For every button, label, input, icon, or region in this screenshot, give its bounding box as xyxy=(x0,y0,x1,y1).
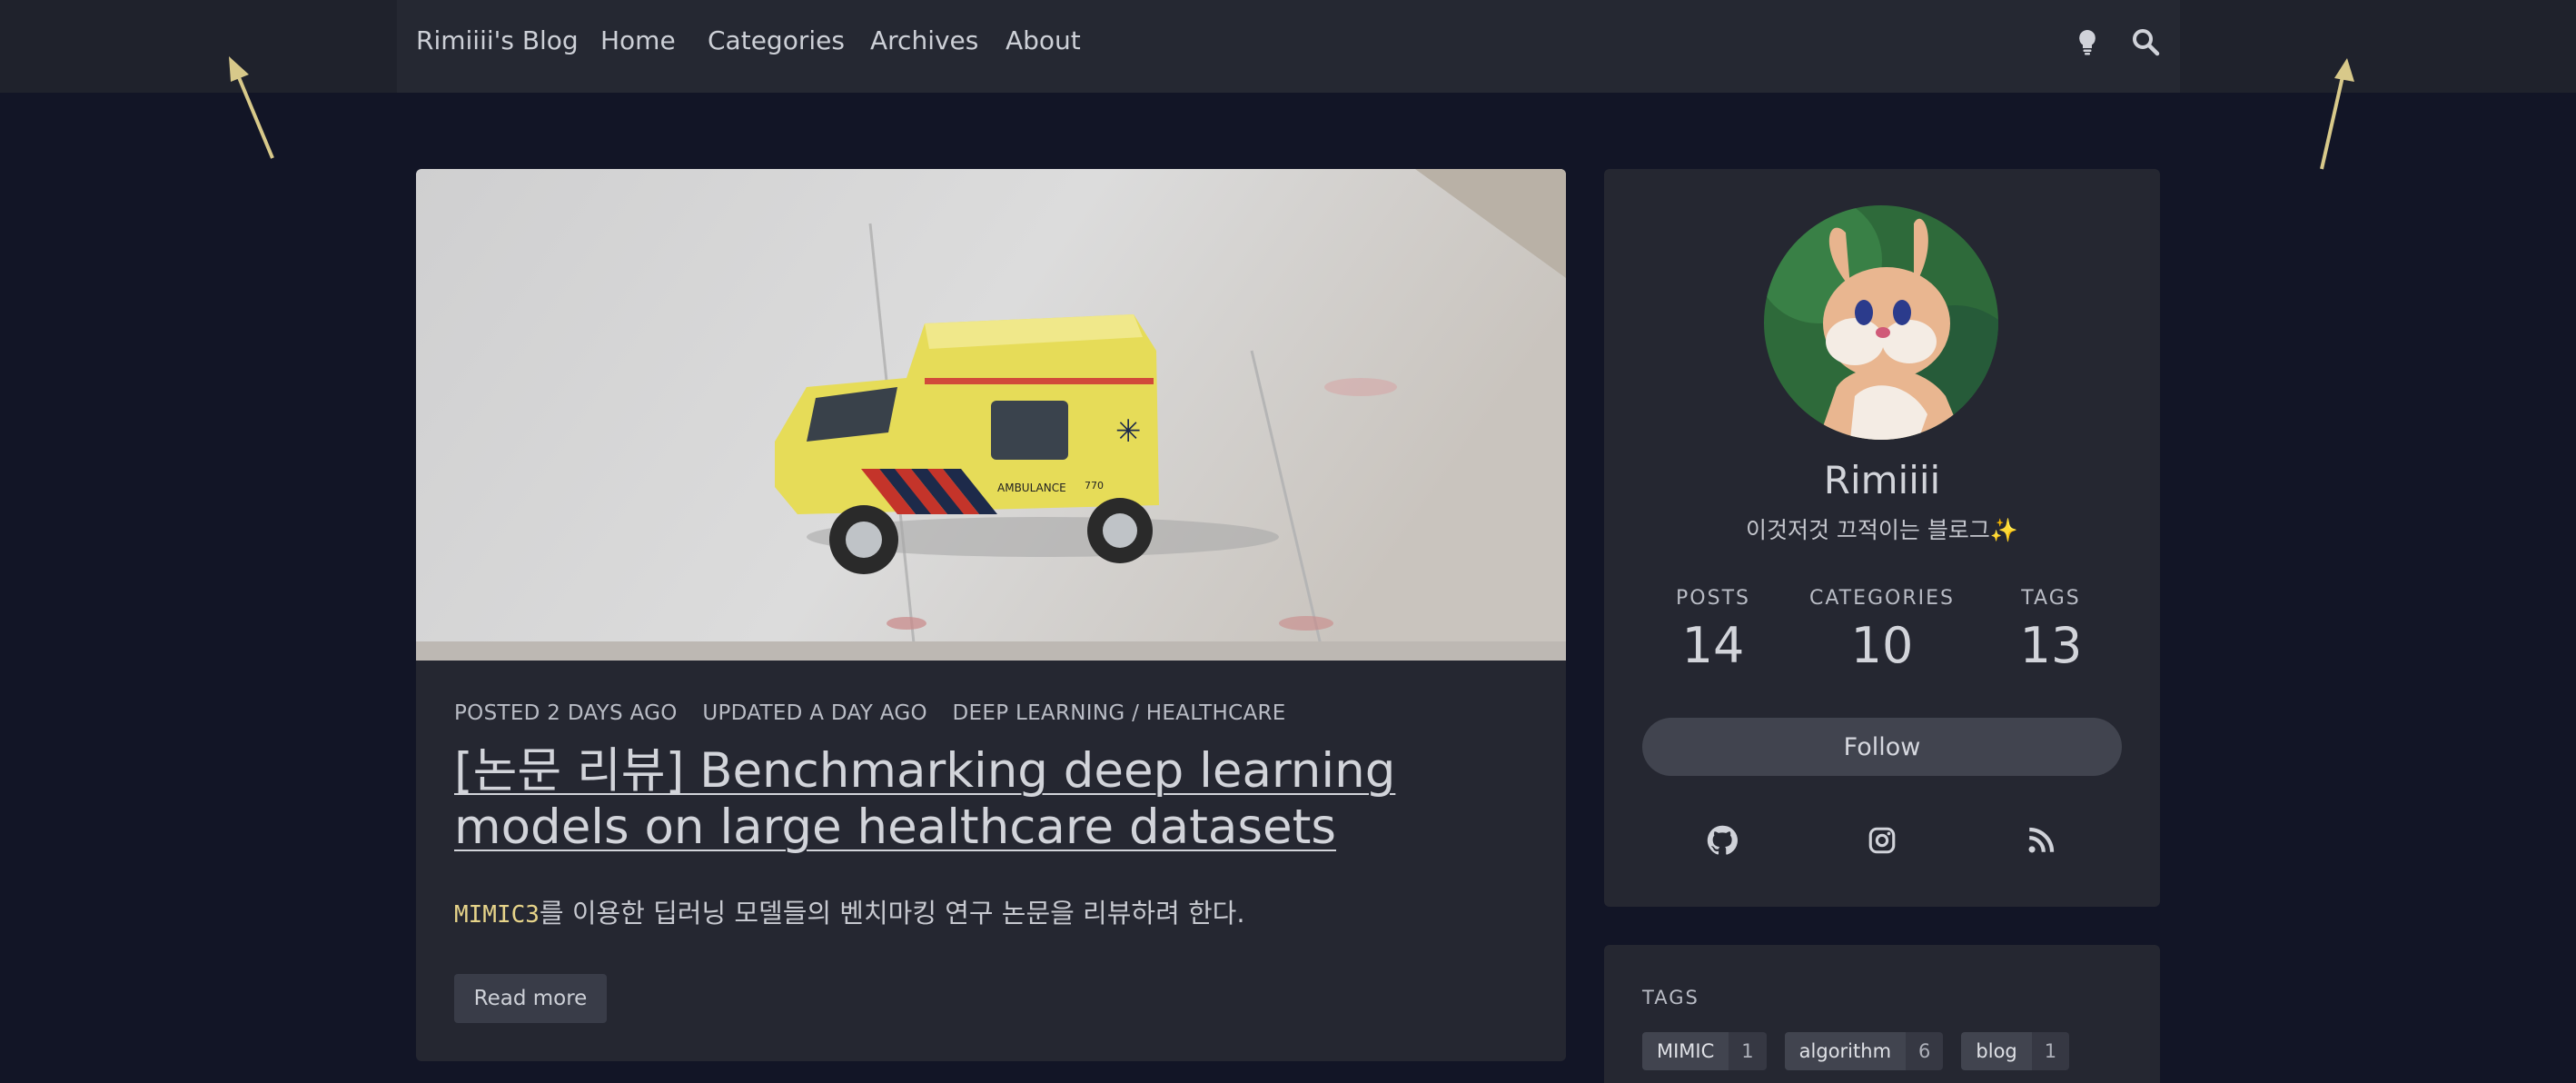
stat-categories[interactable]: CATEGORIES 10 xyxy=(1800,587,1964,674)
avatar[interactable] xyxy=(1764,205,1998,440)
instagram-icon[interactable] xyxy=(1867,825,1897,856)
tag-count: 1 xyxy=(1729,1032,1767,1070)
profile-card: Rimiiii 이것저것 끄적이는 블로그✨ POSTS 14 CATEGORI… xyxy=(1604,169,2160,907)
stat-tags-value: 13 xyxy=(2019,617,2083,674)
stat-posts-value: 14 xyxy=(1681,617,1745,674)
tag-count: 1 xyxy=(2031,1032,2070,1070)
nav-categories[interactable]: Categories xyxy=(708,25,845,55)
nav-home[interactable]: Home xyxy=(600,25,676,55)
stat-tags-label: TAGS xyxy=(2021,587,2081,610)
svg-text:✳: ✳ xyxy=(1115,413,1142,450)
post-posted: POSTED 2 DAYS AGO xyxy=(454,701,678,725)
tags-widget: TAGS MIMIC 1 algorithm 6 blog 1 xyxy=(1604,945,2160,1083)
stat-categories-value: 10 xyxy=(1850,617,1914,674)
tag-item[interactable]: MIMIC 1 xyxy=(1642,1032,1767,1070)
tag-name: MIMIC xyxy=(1642,1032,1729,1070)
post-title[interactable]: [논문 리뷰] Benchmarking deep learning model… xyxy=(454,743,1471,856)
svg-text:770: 770 xyxy=(1085,480,1104,492)
svg-text:AMBULANCE: AMBULANCE xyxy=(997,482,1066,494)
tag-name: algorithm xyxy=(1784,1032,1907,1070)
stat-categories-label: CATEGORIES xyxy=(1808,587,1956,610)
annotation-arrow-right xyxy=(2320,58,2354,170)
github-icon[interactable] xyxy=(1707,825,1738,856)
tag-item[interactable]: blog 1 xyxy=(1961,1032,2070,1070)
site-brand[interactable]: Rimiiii's Blog xyxy=(416,25,579,55)
rss-icon[interactable] xyxy=(2026,825,2056,856)
post-excerpt: MIMIC3를 이용한 딥러닝 모델들의 벤치마킹 연구 논문을 리뷰하려 한다… xyxy=(454,892,1245,930)
stat-tags[interactable]: TAGS 13 xyxy=(1969,587,2133,674)
excerpt-code: MIMIC3 xyxy=(454,901,540,929)
search-icon[interactable] xyxy=(2129,25,2162,58)
post-updated: UPDATED A DAY AGO xyxy=(702,701,927,725)
tag-item[interactable]: algorithm 6 xyxy=(1784,1032,1944,1070)
stat-posts-label: POSTS xyxy=(1676,587,1750,610)
annotation-arrow-left xyxy=(229,56,274,159)
profile-name: Rimiiii xyxy=(1823,458,1941,502)
nav-archives[interactable]: Archives xyxy=(870,25,978,55)
tag-list: MIMIC 1 algorithm 6 blog 1 xyxy=(1642,1032,2070,1070)
post-meta: POSTED 2 DAYS AGO UPDATED A DAY AGO DEEP… xyxy=(454,701,1304,725)
profile-bio: 이것저것 끄적이는 블로그✨ xyxy=(1745,517,2019,543)
nav-about[interactable]: About xyxy=(1006,25,1081,55)
tag-count: 6 xyxy=(1906,1032,1944,1070)
stat-posts[interactable]: POSTS 14 xyxy=(1631,587,1795,674)
post-card: AMBULANCE 770 ✳ POSTED 2 DAYS AGO UPDATE… xyxy=(416,169,1566,1061)
read-more-button[interactable]: Read more xyxy=(454,974,607,1023)
post-hero-image[interactable]: AMBULANCE 770 ✳ xyxy=(416,169,1566,661)
follow-button[interactable]: Follow xyxy=(1642,718,2122,776)
post-category[interactable]: DEEP LEARNING / HEALTHCARE xyxy=(953,701,1286,725)
lightbulb-icon[interactable] xyxy=(2071,25,2104,58)
tag-name: blog xyxy=(1961,1032,2032,1070)
tags-title: TAGS xyxy=(1642,987,1699,1008)
excerpt-text: 를 이용한 딥러닝 모델들의 벤치마킹 연구 논문을 리뷰하려 한다. xyxy=(539,898,1245,929)
